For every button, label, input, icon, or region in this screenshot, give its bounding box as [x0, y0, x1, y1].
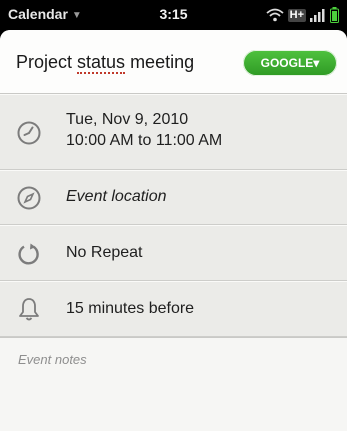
- event-repeat-row[interactable]: No Repeat: [0, 225, 347, 281]
- bell-icon: [19, 298, 39, 321]
- signal-bars-icon: [310, 9, 325, 22]
- network-type-badge: H+: [287, 8, 306, 22]
- event-location-field: Event location: [66, 188, 167, 205]
- clock-icon: [17, 121, 41, 145]
- status-bar: Calendar ▼ 3:15 H+: [0, 0, 347, 30]
- event-location-row[interactable]: Event location: [0, 170, 347, 225]
- event-date: Tue, Nov 9, 2010: [66, 111, 189, 128]
- wifi-icon: [266, 8, 284, 22]
- event-repeat-value: No Repeat: [66, 244, 143, 261]
- event-reminder-value: 15 minutes before: [66, 300, 195, 317]
- spellcheck-word: status: [77, 52, 126, 74]
- event-title-part: Project: [16, 52, 78, 72]
- account-selector-button[interactable]: GOOGLE▾: [243, 50, 337, 76]
- event-detail-card: Project status meeting GOOGLE▾ Tue, Nov …: [0, 30, 347, 431]
- event-title-part: meeting: [125, 52, 195, 72]
- event-date-row[interactable]: Tue, Nov 9, 2010 10:00 AM to 11:00 AM: [0, 94, 347, 170]
- system-icons[interactable]: H+: [266, 6, 339, 24]
- event-date-text: Tue, Nov 9, 2010 10:00 AM to 11:00 AM: [66, 109, 222, 151]
- event-reminder-row[interactable]: 15 minutes before: [0, 281, 347, 337]
- event-notes-field[interactable]: Event notes: [0, 337, 347, 431]
- repeat-icon: [18, 243, 39, 265]
- event-title-bar: Project status meeting GOOGLE▾: [0, 30, 347, 94]
- event-title-field[interactable]: Project status meeting: [16, 52, 195, 74]
- event-notes-placeholder: Event notes: [18, 352, 87, 367]
- battery-icon: [330, 7, 339, 23]
- event-time-range: 10:00 AM to 11:00 AM: [66, 132, 223, 149]
- compass-icon: [17, 186, 41, 210]
